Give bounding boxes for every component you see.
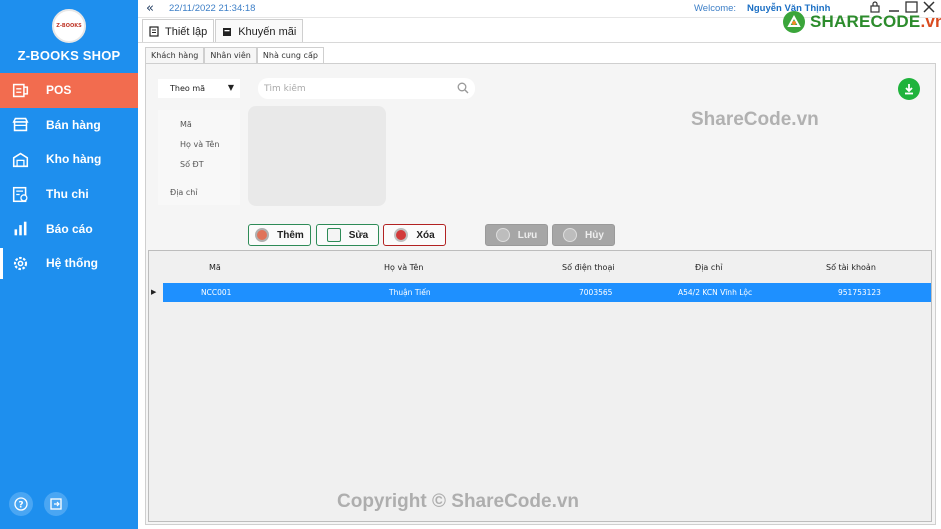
logo-text: Z-BOOKS bbox=[56, 23, 82, 29]
logout-button[interactable] bbox=[44, 492, 68, 516]
search-mode-select[interactable]: Theo mã ▼ bbox=[158, 79, 240, 98]
gear-icon bbox=[13, 256, 28, 270]
cell-ma: NCC001 bbox=[201, 288, 232, 297]
ledger-icon bbox=[12, 186, 28, 202]
tab-khuyen-mai[interactable]: Khuyến mãi bbox=[215, 19, 304, 43]
logout-icon bbox=[50, 498, 62, 510]
sharecode-logo-icon bbox=[783, 11, 805, 33]
label-sdt: Số ĐT bbox=[180, 160, 204, 169]
sidebar-item-label: POS bbox=[46, 83, 72, 98]
label-ma: Mã bbox=[180, 120, 192, 129]
form-labels: Mã Họ và Tên Số ĐT Địa chỉ bbox=[158, 110, 240, 205]
watermark-middle: ShareCode.vn bbox=[691, 109, 819, 130]
supplier-form-fields[interactable] bbox=[248, 106, 386, 206]
edit-icon bbox=[326, 228, 341, 242]
chevron-down-icon: ▼ bbox=[227, 83, 234, 92]
tab-khach-hang[interactable]: Khách hàng bbox=[145, 47, 205, 64]
tab-label: Khuyến mãi bbox=[238, 25, 297, 38]
column-header-so-tai-khoan[interactable]: Số tài khoản bbox=[826, 263, 876, 272]
watermark-logo-main: SHARECODE bbox=[810, 12, 921, 31]
add-label: Thêm bbox=[277, 229, 304, 241]
search-field bbox=[258, 78, 475, 99]
sidebar-nav: POS Bán hàng Kho hàng Thu chi Báo cáo Hệ… bbox=[0, 73, 138, 281]
cell-dia-chi: A54/2 KCN Vĩnh Lộc bbox=[678, 288, 753, 297]
help-icon: ? bbox=[14, 497, 28, 511]
sidebar-item-bao-cao[interactable]: Báo cáo bbox=[0, 211, 138, 246]
column-header-ho-ten[interactable]: Họ và Tên bbox=[384, 263, 423, 272]
table-row[interactable]: NCC001 Thuận Tiến 7003565 A54/2 KCN Vĩnh… bbox=[163, 283, 931, 302]
welcome-label: Welcome: bbox=[694, 3, 737, 14]
column-header-ma[interactable]: Mã bbox=[209, 263, 221, 272]
cancel-icon bbox=[563, 228, 578, 242]
search-mode-value: Theo mã bbox=[170, 84, 206, 93]
search-icon[interactable] bbox=[457, 82, 469, 94]
table-header: Mã Họ và Tên Số điện thoại Địa chỉ Số tà… bbox=[149, 251, 931, 283]
sidebar-item-label: Hệ thống bbox=[46, 256, 98, 271]
cancel-button[interactable]: Hủy bbox=[552, 224, 615, 246]
tab-nhan-vien[interactable]: Nhân viên bbox=[204, 47, 257, 64]
label-ho-ten: Họ và Tên bbox=[180, 140, 220, 149]
tab-label: Thiết lập bbox=[165, 25, 208, 38]
search-input[interactable] bbox=[264, 83, 454, 94]
tab-nha-cung-cap[interactable]: Nhà cung cấp bbox=[256, 47, 324, 64]
cell-ho-ten: Thuận Tiến bbox=[389, 288, 431, 297]
cell-sdt: 7003565 bbox=[579, 288, 613, 297]
sub-tab-strip: Khách hàng Nhân viên Nhà cung cấp bbox=[145, 47, 324, 64]
tab-thiet-lap[interactable]: Thiết lập bbox=[142, 19, 215, 43]
edit-button[interactable]: Sửa bbox=[316, 224, 379, 246]
bar-chart-icon bbox=[14, 221, 27, 236]
sidebar-item-ban-hang[interactable]: Bán hàng bbox=[0, 108, 138, 143]
export-button[interactable] bbox=[898, 78, 920, 100]
cancel-label: Hủy bbox=[585, 229, 604, 241]
sidebar-item-label: Kho hàng bbox=[46, 152, 102, 167]
sidebar-item-thu-chi[interactable]: Thu chi bbox=[0, 177, 138, 212]
delete-button[interactable]: Xóa bbox=[383, 224, 446, 246]
edit-label: Sửa bbox=[348, 229, 369, 241]
sidebar-item-label: Thu chi bbox=[46, 187, 89, 202]
back-chevron-icon[interactable]: « bbox=[146, 1, 154, 16]
pos-receipt-icon bbox=[12, 83, 29, 98]
column-header-sdt[interactable]: Số điện thoại bbox=[562, 263, 615, 272]
sidebar-item-label: Bán hàng bbox=[46, 117, 101, 132]
add-icon bbox=[255, 228, 270, 242]
delete-icon bbox=[394, 228, 409, 242]
save-button[interactable]: Lưu bbox=[485, 224, 548, 246]
column-header-dia-chi[interactable]: Địa chỉ bbox=[695, 263, 723, 272]
sidebar-item-pos[interactable]: POS bbox=[0, 73, 138, 108]
svg-text:?: ? bbox=[18, 501, 23, 511]
tab-divider bbox=[138, 42, 941, 43]
warehouse-icon bbox=[12, 152, 29, 168]
supplier-table: Mã Họ và Tên Số điện thoại Địa chỉ Số tà… bbox=[148, 250, 932, 522]
store-icon bbox=[12, 118, 29, 132]
download-icon bbox=[905, 84, 913, 95]
add-button[interactable]: Thêm bbox=[248, 224, 311, 246]
shop-logo: Z-BOOKS bbox=[52, 9, 86, 43]
save-label: Lưu bbox=[517, 229, 538, 241]
sidebar: Z-BOOKS Z-BOOKS SHOP POS Bán hàng Kho hà… bbox=[0, 0, 138, 529]
settings-doc-icon bbox=[149, 26, 159, 37]
sidebar-item-kho-hang[interactable]: Kho hàng bbox=[0, 142, 138, 177]
save-icon bbox=[495, 228, 510, 242]
row-indicator-arrow-icon: ▶ bbox=[151, 288, 157, 296]
sidebar-item-he-thong[interactable]: Hệ thống bbox=[0, 246, 138, 281]
delete-label: Xóa bbox=[416, 229, 435, 241]
current-datetime: 22/11/2022 21:34:18 bbox=[169, 3, 256, 14]
watermark-copyright: Copyright © ShareCode.vn bbox=[337, 491, 580, 512]
label-dia-chi: Địa chỉ bbox=[170, 188, 198, 197]
main-tab-strip: Thiết lập Khuyến mãi bbox=[142, 19, 304, 43]
help-button[interactable]: ? bbox=[9, 492, 33, 516]
watermark-logo-suffix: .vn bbox=[920, 12, 941, 31]
shop-name: Z-BOOKS SHOP bbox=[17, 48, 121, 63]
sidebar-item-label: Báo cáo bbox=[46, 221, 93, 236]
cell-so-tai-khoan: 951753123 bbox=[838, 288, 881, 297]
promo-icon bbox=[223, 28, 232, 36]
sharecode-watermark-logo: SHARECODE.vn bbox=[782, 10, 941, 34]
